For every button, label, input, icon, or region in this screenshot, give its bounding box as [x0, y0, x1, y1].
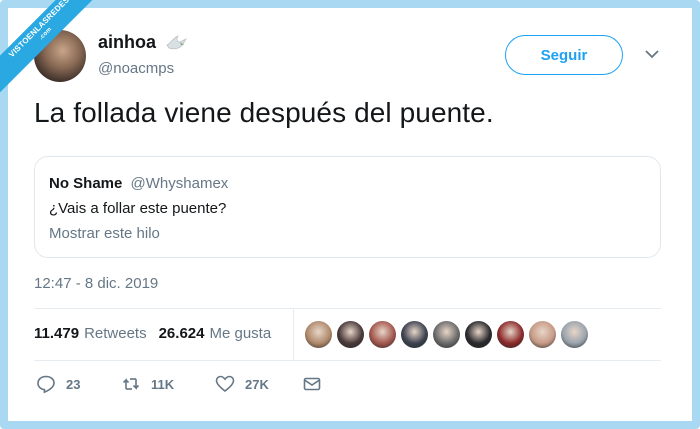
dove-icon — [166, 34, 188, 49]
like-action[interactable]: 27K — [215, 374, 302, 394]
likes-count: 26.624 — [158, 325, 205, 342]
liker-avatar[interactable] — [497, 321, 524, 348]
liker-avatar[interactable] — [433, 321, 460, 348]
tweet-timestamp[interactable]: 12:47 - 8 dic. 2019 — [34, 275, 158, 292]
retweets-stat[interactable]: 11.479 Retweets — [34, 325, 147, 342]
quoted-author-name: No Shame — [49, 175, 123, 192]
divider — [34, 360, 661, 361]
stats-separator — [293, 309, 294, 360]
divider — [34, 308, 661, 309]
quoted-tweet-header: No Shame @Whyshamex — [49, 175, 228, 192]
liker-avatar[interactable] — [561, 321, 588, 348]
likes-label: Me gusta — [209, 325, 272, 342]
reply-icon — [37, 375, 55, 394]
tweet-text: La follada viene después del puente. — [34, 97, 494, 128]
liker-avatar[interactable] — [401, 321, 428, 348]
follow-button[interactable]: Seguir — [505, 35, 623, 75]
retweet-count: 11K — [151, 376, 175, 392]
liker-avatar[interactable] — [305, 321, 332, 348]
reply-count: 23 — [66, 376, 81, 392]
liker-avatar[interactable] — [337, 321, 364, 348]
liker-avatar[interactable] — [465, 321, 492, 348]
author-name-row: ainhoa — [98, 32, 188, 53]
liker-avatar[interactable] — [369, 321, 396, 348]
retweet-icon — [122, 378, 140, 390]
quoted-author-handle: @Whyshamex — [130, 175, 229, 192]
reply-action[interactable]: 23 — [36, 374, 121, 394]
heart-icon — [215, 375, 235, 393]
direct-message-action[interactable] — [302, 374, 322, 394]
author-display-name[interactable]: ainhoa — [98, 32, 156, 53]
quoted-tweet[interactable]: No Shame @Whyshamex ¿Vais a follar este … — [34, 156, 661, 258]
author-handle[interactable]: @noacmps — [98, 60, 174, 77]
liker-avatars — [305, 321, 593, 348]
action-bar: 23 11K 27K — [36, 374, 322, 394]
likes-stat[interactable]: 26.624 Me gusta — [159, 325, 272, 342]
liker-avatar[interactable] — [529, 321, 556, 348]
retweets-label: Retweets — [84, 325, 147, 342]
like-count: 27K — [245, 376, 269, 392]
engagement-stats: 11.479 Retweets 26.624 Me gusta — [34, 325, 283, 342]
envelope-icon — [303, 377, 321, 391]
quoted-tweet-text: ¿Vais a follar este puente? — [49, 200, 227, 217]
chevron-down-icon[interactable] — [644, 48, 660, 60]
retweets-count: 11.479 — [34, 325, 80, 342]
show-thread-link[interactable]: Mostrar este hilo — [49, 225, 160, 242]
retweet-action[interactable]: 11K — [121, 374, 215, 394]
